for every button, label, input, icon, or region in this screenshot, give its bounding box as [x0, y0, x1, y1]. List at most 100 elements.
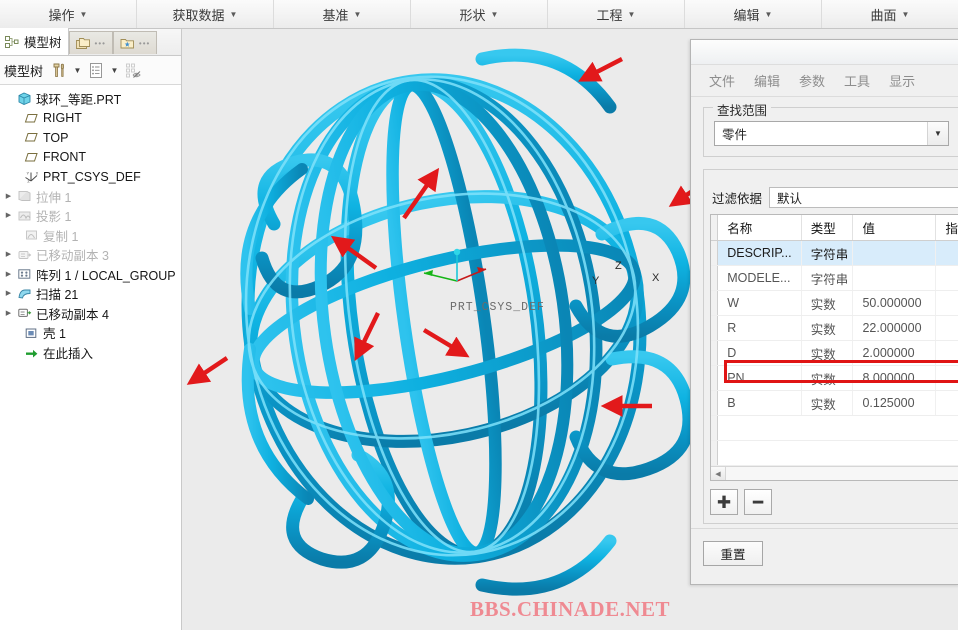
svg-text:X: X	[35, 170, 38, 175]
model-tree-tabbar: 模型树 ••• •••	[0, 28, 181, 56]
table-row[interactable]: B 实数 0.125000	[711, 390, 958, 416]
tree-item-label: TOP	[43, 130, 69, 145]
tree-item-right-plane[interactable]: ▶ RIGHT	[0, 109, 181, 129]
dialog-menu-params[interactable]: 参数	[799, 71, 825, 90]
coordinate-system-triad	[423, 248, 487, 282]
tree-item-project[interactable]: ▶ 投影 1	[0, 206, 181, 226]
expander-icon[interactable]: ▶	[2, 193, 15, 200]
table-row[interactable]: W 实数 50.000000	[711, 290, 958, 316]
tree-item-extrude[interactable]: ▶ 拉伸 1	[0, 187, 181, 207]
cell-param-name: D	[717, 340, 802, 366]
tree-filter-hidden-icon[interactable]	[123, 60, 143, 80]
folder-star-icon	[120, 35, 136, 51]
tree-columns-icon[interactable]	[86, 60, 106, 80]
dialog-footer: 重置	[691, 528, 958, 584]
ribbon-item-surface[interactable]: 曲面 ▼	[822, 0, 958, 28]
ribbon-item-engineering[interactable]: 工程 ▼	[548, 0, 685, 28]
table-horizontal-scrollbar[interactable]: ◀	[711, 466, 958, 480]
cell-param-value[interactable]: 22.000000	[852, 315, 937, 341]
model-tree-toolbar-label: 模型树	[4, 63, 44, 79]
cell-param-value[interactable]: 2.000000	[852, 340, 937, 366]
svg-text:Y: Y	[26, 170, 29, 175]
moved-copy-icon	[15, 306, 33, 320]
table-row[interactable]: R 实数 22.000000	[711, 315, 958, 341]
expander-icon[interactable]: ▶	[2, 212, 15, 219]
dialog-menu-tools[interactable]: 工具	[844, 71, 870, 90]
row-gutter-header	[711, 215, 719, 241]
settings-tools-icon[interactable]	[49, 60, 69, 80]
svg-text:Z: Z	[27, 178, 30, 183]
column-header-value[interactable]: 值	[852, 215, 937, 241]
dialog-menu-view[interactable]: 显示	[889, 71, 915, 90]
application-window: 操作 ▼ 获取数据 ▼ 基准 ▼ 形状 ▼ 工程 ▼ 编辑 ▼ 曲面 ▼ 模型树…	[0, 0, 958, 630]
column-header-type[interactable]: 类型	[801, 215, 854, 241]
chevron-down-icon: ▼	[764, 10, 773, 19]
chevron-down-icon[interactable]: ▼	[927, 122, 948, 145]
tree-item-front-plane[interactable]: ▶ FRONT	[0, 148, 181, 168]
tree-item-csys[interactable]: ▶ Y Z X PRT_CSYS_DEF	[0, 167, 181, 187]
ribbon-label-edit: 编辑	[733, 7, 760, 23]
axis-label-x: X	[652, 272, 660, 284]
tree-item-shell[interactable]: ▶ 壳 1	[0, 323, 181, 343]
scroll-track[interactable]	[726, 467, 958, 480]
expander-icon[interactable]: ▶	[2, 290, 15, 297]
row-gutter	[711, 340, 719, 366]
expander-icon: ▶	[9, 173, 22, 180]
filter-value-field[interactable]: 默认	[769, 187, 958, 208]
cell-param-value[interactable]: 8.000000	[852, 365, 937, 391]
plane-icon	[22, 112, 40, 125]
chevron-down-icon[interactable]: ▼	[72, 61, 83, 79]
tree-item-pattern[interactable]: ▶ 阵列 1 / LOCAL_GROUP	[0, 265, 181, 285]
tree-item-label: 在此插入	[43, 346, 94, 361]
column-header-name[interactable]: 名称	[717, 215, 802, 241]
tree-item-part[interactable]: 球环_等距.PRT	[0, 89, 181, 109]
scroll-left-arrow-icon[interactable]: ◀	[711, 467, 726, 480]
remove-parameter-button[interactable]: ━	[744, 489, 772, 515]
tab-favorites[interactable]: •••	[112, 31, 158, 54]
cell-param-value[interactable]	[852, 240, 937, 266]
axis-label-y: Y	[592, 275, 600, 287]
tree-item-label: FRONT	[43, 150, 87, 165]
watermark: BBS.CHINADE.NET	[469, 597, 671, 621]
ribbon-item-get-data[interactable]: 获取数据 ▼	[137, 0, 274, 28]
cell-param-value[interactable]	[852, 265, 937, 291]
tree-item-moved-copy-4[interactable]: ▶ 已移动副本 4	[0, 304, 181, 324]
tree-item-moved-copy-3[interactable]: ▶ 已移动副本 3	[0, 245, 181, 265]
tab-model-tree[interactable]: 模型树	[0, 28, 69, 55]
reset-button[interactable]: 重置	[703, 541, 763, 566]
search-scope-dropdown[interactable]: 零件 ▼	[714, 121, 949, 146]
dialog-menu-file[interactable]: 文件	[709, 71, 735, 90]
add-parameter-button[interactable]: ✚	[710, 489, 738, 515]
dialog-menu-edit[interactable]: 编辑	[754, 71, 780, 90]
chevron-down-icon[interactable]: ▼	[109, 61, 120, 79]
ribbon-item-datum[interactable]: 基准 ▼	[274, 0, 411, 28]
table-row-pn[interactable]: PN 实数 8.000000	[711, 365, 958, 391]
cell-param-type: 实数	[801, 315, 854, 341]
cell-param-name: R	[717, 315, 802, 341]
cell-param-desc	[935, 315, 958, 341]
ribbon-item-shapes[interactable]: 形状 ▼	[411, 0, 548, 28]
column-header-desc[interactable]: 指	[935, 215, 958, 241]
dialog-titlebar[interactable]	[691, 40, 958, 65]
extrude-icon	[15, 189, 33, 203]
ribbon-item-edit[interactable]: 编辑 ▼	[685, 0, 822, 28]
table-row[interactable]: D 实数 2.000000	[711, 340, 958, 366]
table-row[interactable]: MODELE... 字符串	[711, 265, 958, 291]
tab-folder-browser[interactable]: •••	[68, 31, 113, 54]
tree-item-top-plane[interactable]: ▶ TOP	[0, 128, 181, 148]
chevron-down-icon: ▼	[79, 10, 88, 19]
tree-item-sweep[interactable]: ▶ 扫描 21	[0, 284, 181, 304]
search-scope-value: 零件	[722, 128, 748, 142]
expander-icon[interactable]: ▶	[2, 310, 15, 317]
csys-icon: Y Z X	[22, 170, 40, 184]
plane-icon	[22, 151, 40, 164]
table-row[interactable]: DESCRIP... 字符串	[711, 240, 958, 266]
cell-param-value[interactable]: 0.125000	[852, 390, 937, 416]
cell-param-value[interactable]: 50.000000	[852, 290, 937, 316]
ribbon-item-operations[interactable]: 操作 ▼	[0, 0, 137, 28]
chevron-down-icon: ▼	[490, 10, 499, 19]
expander-icon[interactable]: ▶	[2, 251, 15, 258]
tree-item-insert-here[interactable]: ▶ 在此插入	[0, 343, 181, 363]
tree-item-copy[interactable]: ▶ 复制 1	[0, 226, 181, 246]
expander-icon[interactable]: ▶	[2, 271, 15, 278]
